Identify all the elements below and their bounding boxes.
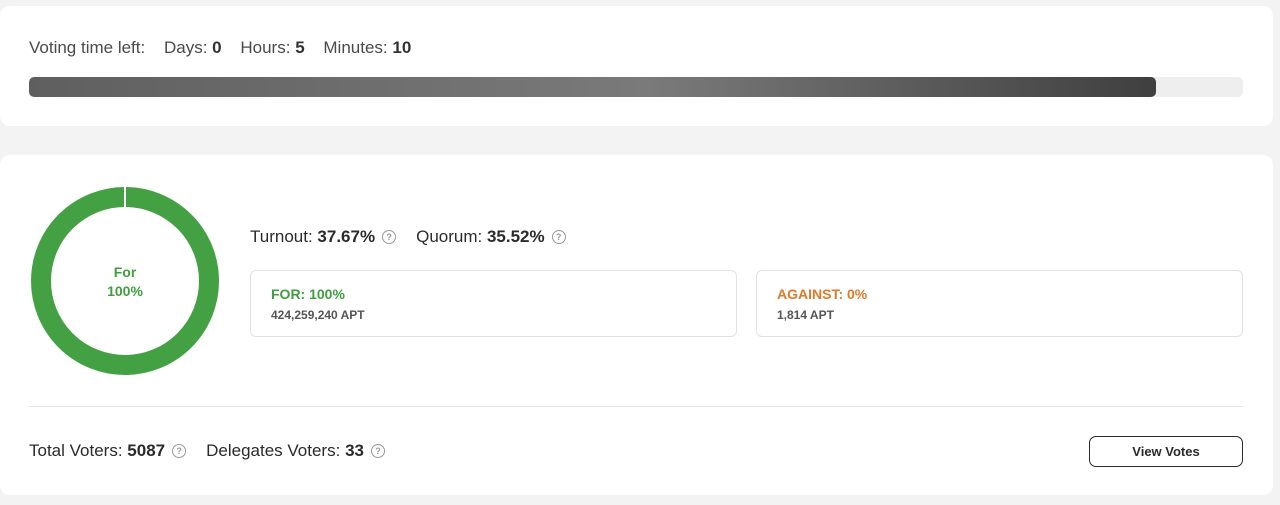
voting-progress-bar: [29, 77, 1243, 97]
voting-progress-fill: [29, 77, 1156, 97]
quorum-value: 35.52%: [486, 227, 545, 246]
minutes-counter: Minutes: 10: [323, 38, 411, 57]
voting-time-left: Voting time left: Days: 0 Hours: 5 Minut…: [29, 38, 425, 58]
minutes-label: Minutes:: [323, 38, 388, 57]
turnout-label: Turnout:: [250, 227, 313, 246]
for-votes-amount: 424,259,240 APT: [271, 308, 365, 322]
hours-label: Hours:: [240, 38, 291, 57]
for-votes-box: FOR: 100% 424,259,240 APT: [250, 270, 737, 337]
quorum-label: Quorum:: [416, 227, 483, 246]
delegates-voters-value: 33: [345, 441, 364, 460]
voting-results-card: For 100% Turnout: 37.67% ? Quorum: 35.52…: [0, 155, 1273, 495]
for-votes-title: FOR: 100%: [271, 286, 345, 302]
hours-counter: Hours: 5: [240, 38, 304, 57]
turnout-value: 37.67%: [317, 227, 376, 246]
delegates-voters-label: Delegates Voters:: [206, 441, 341, 460]
voting-timer-card: Voting time left: Days: 0 Hours: 5 Minut…: [0, 6, 1273, 126]
hours-value: 5: [295, 38, 305, 57]
total-voters-help-icon[interactable]: ?: [172, 444, 187, 458]
delegates-voters-help-icon[interactable]: ?: [370, 444, 385, 458]
days-counter: Days: 0: [164, 38, 222, 57]
results-donut-chart: For 100%: [29, 185, 221, 377]
turnout-help-icon[interactable]: ?: [382, 230, 397, 244]
view-votes-button[interactable]: View Votes: [1089, 436, 1243, 467]
days-label: Days:: [163, 38, 208, 57]
donut-center-label: For 100%: [29, 263, 221, 301]
against-votes-amount: 1,814 APT: [777, 308, 834, 322]
total-voters-value: 5087: [127, 441, 166, 460]
donut-label-choice: For: [113, 264, 137, 280]
donut-label-percent: 100%: [107, 283, 143, 299]
voters-row: Total Voters: 5087 ? Delegates Voters: 3…: [29, 441, 405, 461]
total-voters-label: Total Voters:: [29, 441, 123, 460]
turnout-quorum-row: Turnout: 37.67% ? Quorum: 35.52% ?: [250, 227, 586, 247]
against-votes-title: AGAINST: 0%: [777, 286, 868, 302]
minutes-value: 10: [392, 38, 412, 57]
days-value: 0: [212, 38, 222, 57]
quorum-help-icon[interactable]: ?: [551, 230, 566, 244]
section-divider: [29, 406, 1243, 407]
against-votes-box: AGAINST: 0% 1,814 APT: [756, 270, 1243, 337]
voting-time-label: Voting time left:: [29, 38, 146, 57]
